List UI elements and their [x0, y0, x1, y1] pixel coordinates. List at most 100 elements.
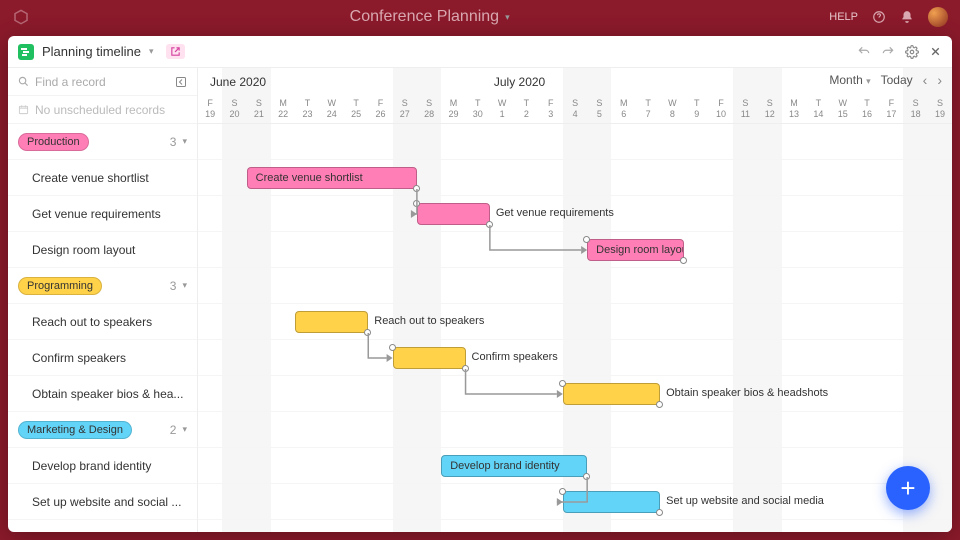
- group-row[interactable]: Marketing & Design 2 ▾: [8, 412, 197, 448]
- app-logo-icon: [12, 8, 30, 26]
- chevron-down-icon[interactable]: ▾: [182, 280, 187, 291]
- search-icon: [18, 76, 29, 87]
- task-row[interactable]: Create venue shortlist: [8, 160, 197, 196]
- chevron-down-icon[interactable]: ▾: [182, 424, 187, 435]
- task-row[interactable]: Develop brand identity: [8, 448, 197, 484]
- day-column: S21: [247, 96, 271, 124]
- avatar[interactable]: [928, 7, 948, 27]
- task-row[interactable]: Confirm speakers: [8, 340, 197, 376]
- gantt-bar[interactable]: Create venue shortlist: [247, 167, 417, 189]
- sidebar: Find a record No unscheduled records Pro…: [8, 68, 198, 532]
- task-row[interactable]: Design room layout: [8, 232, 197, 268]
- month-label-right: July 2020: [494, 75, 545, 89]
- day-column: T23: [295, 96, 319, 124]
- group-count: 3: [170, 135, 177, 149]
- day-column: T16: [855, 96, 879, 124]
- day-column: S28: [417, 96, 441, 124]
- gantt-bar[interactable]: [295, 311, 368, 333]
- open-icon[interactable]: [166, 44, 185, 59]
- app-topbar: Conference Planning ▾ HELP: [0, 0, 960, 34]
- collapse-icon[interactable]: [175, 76, 187, 88]
- timeline: June 2020 July 2020 Month ▾ Today ‹ › F1…: [198, 68, 952, 532]
- base-title[interactable]: Conference Planning ▾: [30, 8, 829, 26]
- calendar-icon: [18, 104, 29, 115]
- gantt-bar[interactable]: Design room layout: [587, 239, 684, 261]
- next-icon[interactable]: ›: [937, 72, 942, 88]
- group-pill: Marketing & Design: [18, 421, 132, 439]
- day-column: F26: [368, 96, 392, 124]
- day-column: M29: [441, 96, 465, 124]
- prev-icon[interactable]: ‹: [923, 72, 928, 88]
- day-column: F17: [879, 96, 903, 124]
- day-column: T25: [344, 96, 368, 124]
- gantt-bar-label: Set up website and social media: [666, 495, 824, 507]
- day-column: S20: [222, 96, 246, 124]
- gantt-bar[interactable]: Develop brand identity: [441, 455, 587, 477]
- group-pill: Programming: [18, 277, 102, 295]
- month-label-left: June 2020: [210, 75, 266, 89]
- gear-icon[interactable]: [905, 45, 919, 59]
- unscheduled-row: No unscheduled records: [8, 96, 197, 124]
- gantt-bar[interactable]: [563, 491, 660, 513]
- bell-icon[interactable]: [900, 10, 914, 24]
- task-row[interactable]: Set up website and social ...: [8, 484, 197, 520]
- gantt-bar[interactable]: [417, 203, 490, 225]
- close-icon[interactable]: [929, 45, 942, 58]
- group-count: 2: [170, 423, 177, 437]
- day-column: F3: [539, 96, 563, 124]
- day-column: S18: [904, 96, 928, 124]
- day-column: S27: [393, 96, 417, 124]
- help-link[interactable]: HELP: [829, 11, 858, 23]
- chevron-down-icon[interactable]: ▾: [149, 46, 154, 57]
- find-placeholder: Find a record: [35, 75, 106, 89]
- find-record-row[interactable]: Find a record: [8, 68, 197, 96]
- day-column: M6: [612, 96, 636, 124]
- day-column: T30: [466, 96, 490, 124]
- day-column: T2: [514, 96, 538, 124]
- day-column: W1: [490, 96, 514, 124]
- group-pill: Production: [18, 133, 89, 151]
- gantt-bar-label: Get venue requirements: [496, 207, 614, 219]
- group-row[interactable]: Programming 3 ▾: [8, 268, 197, 304]
- gantt-bar[interactable]: [393, 347, 466, 369]
- day-column: W8: [660, 96, 684, 124]
- panel-header: Planning timeline ▾: [8, 36, 952, 68]
- view-name[interactable]: Planning timeline: [42, 44, 141, 59]
- day-column: M13: [782, 96, 806, 124]
- day-column: F10: [709, 96, 733, 124]
- timeline-panel: Planning timeline ▾ Find a record No uns…: [8, 36, 952, 532]
- today-button[interactable]: Today: [881, 73, 913, 87]
- redo-icon[interactable]: [881, 45, 895, 59]
- gantt-bar-label: Reach out to speakers: [374, 315, 484, 327]
- gantt-bar-label: Obtain speaker bios & headshots: [666, 387, 828, 399]
- day-column: S12: [758, 96, 782, 124]
- chevron-down-icon: ▾: [505, 12, 510, 23]
- day-column: T9: [685, 96, 709, 124]
- day-column: W15: [831, 96, 855, 124]
- day-column: S11: [733, 96, 757, 124]
- chevron-down-icon[interactable]: ▾: [182, 136, 187, 147]
- help-icon[interactable]: [872, 10, 886, 24]
- day-column: W24: [320, 96, 344, 124]
- task-row[interactable]: Reach out to speakers: [8, 304, 197, 340]
- timeline-header: June 2020 July 2020 Month ▾ Today ‹ › F1…: [198, 68, 952, 124]
- task-row[interactable]: Get venue requirements: [8, 196, 197, 232]
- add-record-fab[interactable]: +: [886, 466, 930, 510]
- gantt-bar-label: Confirm speakers: [472, 351, 558, 363]
- gantt-view-icon: [18, 44, 34, 60]
- group-row[interactable]: Production 3 ▾: [8, 124, 197, 160]
- day-column: F19: [198, 96, 222, 124]
- day-column: T14: [806, 96, 830, 124]
- base-title-text: Conference Planning: [350, 8, 499, 26]
- day-column: S5: [587, 96, 611, 124]
- gantt-bar[interactable]: [563, 383, 660, 405]
- unscheduled-text: No unscheduled records: [35, 103, 165, 117]
- day-column: S19: [928, 96, 952, 124]
- group-count: 3: [170, 279, 177, 293]
- day-column: T7: [636, 96, 660, 124]
- undo-icon[interactable]: [857, 45, 871, 59]
- scale-select[interactable]: Month ▾: [829, 73, 870, 87]
- task-row[interactable]: Obtain speaker bios & hea...: [8, 376, 197, 412]
- day-column: S4: [563, 96, 587, 124]
- day-column: M22: [271, 96, 295, 124]
